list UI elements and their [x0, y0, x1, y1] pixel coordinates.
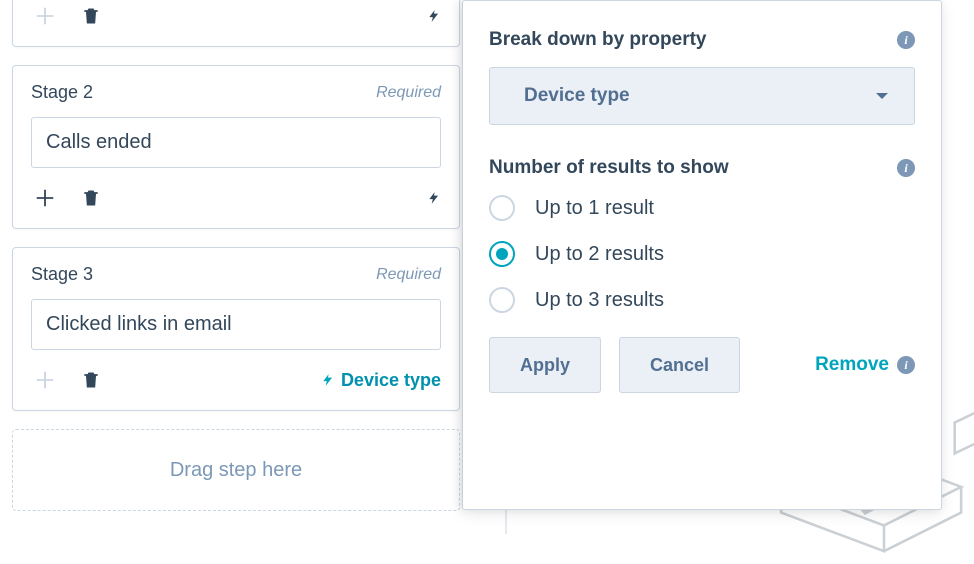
plus-icon — [34, 187, 56, 209]
property-dropdown[interactable]: Device type — [489, 67, 915, 125]
bolt-icon — [321, 370, 335, 390]
cancel-button[interactable]: Cancel — [619, 337, 740, 393]
breakdown-toggle[interactable] — [427, 6, 441, 26]
add-filter-button[interactable] — [31, 184, 59, 212]
radio-label: Up to 2 results — [535, 243, 664, 266]
results-heading: Number of results to show — [489, 157, 729, 179]
drop-zone-label: Drag step here — [170, 459, 302, 482]
trash-icon — [81, 369, 101, 391]
breakdown-toggle-active[interactable] — [321, 370, 335, 390]
radio-label: Up to 3 results — [535, 289, 664, 312]
drop-zone[interactable]: Drag step here — [12, 429, 460, 511]
plus-icon — [34, 5, 56, 27]
add-filter-button — [31, 2, 59, 30]
panel-buttons: Apply Cancel Remove i — [489, 337, 915, 393]
stage-card-2: Stage 2 Required — [12, 65, 460, 229]
stage-label: Stage 3 — [31, 264, 93, 285]
plus-icon — [34, 369, 56, 391]
stage-name-input[interactable] — [31, 299, 441, 350]
card-header: Stage 2 Required — [31, 82, 441, 103]
delete-stage-button[interactable] — [77, 2, 105, 30]
stages-column: Stage 2 Required Stage 3 Required — [12, 0, 460, 511]
radio-icon — [489, 287, 515, 313]
stage-label: Stage 2 — [31, 82, 93, 103]
radio-label: Up to 1 result — [535, 197, 654, 220]
remove-link[interactable]: Remove i — [815, 354, 915, 376]
required-label: Required — [376, 266, 441, 284]
stage-card-truncated — [12, 0, 460, 47]
trash-icon — [81, 187, 101, 209]
bolt-icon — [427, 188, 441, 208]
results-radio-group: Up to 1 result Up to 2 results Up to 3 r… — [489, 195, 915, 313]
breakdown-heading: Break down by property — [489, 29, 707, 51]
card-footer: Device type — [31, 366, 441, 394]
info-icon[interactable]: i — [897, 159, 915, 177]
apply-button[interactable]: Apply — [489, 337, 601, 393]
stage-card-3: Stage 3 Required Device type — [12, 247, 460, 411]
card-header: Stage 3 Required — [31, 264, 441, 285]
remove-label: Remove — [815, 354, 889, 376]
delete-stage-button[interactable] — [77, 366, 105, 394]
breakdown-config-panel: Break down by property i Device type Num… — [462, 0, 942, 510]
stage-name-input[interactable] — [31, 117, 441, 168]
radio-icon — [489, 241, 515, 267]
delete-stage-button[interactable] — [77, 184, 105, 212]
add-filter-button — [31, 366, 59, 394]
card-footer — [31, 2, 441, 30]
breakdown-toggle[interactable] — [427, 188, 441, 208]
results-label-row: Number of results to show i — [489, 157, 915, 179]
radio-option-2[interactable]: Up to 2 results — [489, 241, 915, 267]
bolt-icon — [427, 6, 441, 26]
dropdown-selected-label: Device type — [524, 85, 630, 107]
info-icon[interactable]: i — [897, 31, 915, 49]
radio-icon — [489, 195, 515, 221]
chevron-down-icon — [876, 93, 888, 99]
card-footer — [31, 184, 441, 212]
radio-option-3[interactable]: Up to 3 results — [489, 287, 915, 313]
radio-option-1[interactable]: Up to 1 result — [489, 195, 915, 221]
breakdown-label-row: Break down by property i — [489, 29, 915, 51]
breakdown-property-link[interactable]: Device type — [341, 370, 441, 391]
required-label: Required — [376, 84, 441, 102]
trash-icon — [81, 5, 101, 27]
info-icon: i — [897, 356, 915, 374]
